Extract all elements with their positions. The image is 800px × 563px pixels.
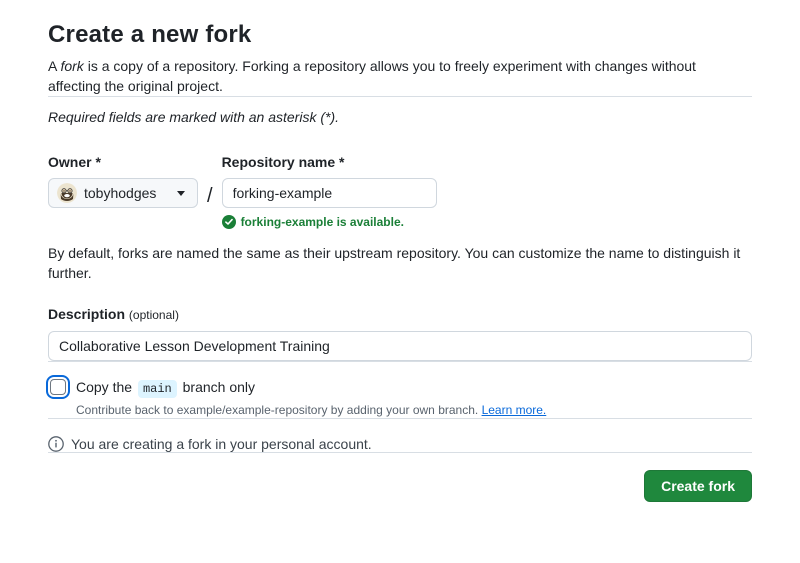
- intro-suffix: is a copy of a repository. Forking a rep…: [48, 58, 696, 94]
- repository-name-input[interactable]: [221, 178, 437, 208]
- branch-option-section: Copy the main branch only Contribute bac…: [48, 377, 752, 418]
- description-optional-note: (optional): [128, 308, 179, 322]
- learn-more-link[interactable]: Learn more.: [482, 403, 547, 417]
- owner-field: Owner * tobyhodges: [48, 153, 198, 208]
- info-icon: [48, 436, 64, 452]
- create-fork-page: Create a new fork A fork is a copy of a …: [0, 0, 800, 502]
- divider: [48, 452, 752, 453]
- description-label: Description (optional): [48, 306, 179, 322]
- owner-required-asterisk: *: [95, 154, 101, 170]
- owner-avatar: [57, 183, 77, 203]
- info-message: You are creating a fork in your personal…: [71, 436, 372, 452]
- divider: [48, 96, 752, 97]
- intro-italic-fork: fork: [60, 58, 84, 74]
- divider: [48, 418, 752, 419]
- divider: [48, 361, 752, 362]
- repository-field: Repository name * forking-example is ava…: [221, 153, 437, 229]
- owner-label: Owner *: [48, 154, 101, 170]
- intro-text: A fork is a copy of a repository. Forkin…: [48, 56, 752, 96]
- repo-required-asterisk: *: [339, 154, 345, 170]
- owner-selected-value: tobyhodges: [84, 185, 157, 201]
- repository-name-label: Repository name *: [221, 154, 345, 170]
- create-fork-button[interactable]: Create fork: [644, 470, 752, 502]
- branch-option-texts: Copy the main branch only Contribute bac…: [76, 377, 546, 418]
- fork-naming-note: By default, forks are named the same as …: [48, 245, 741, 281]
- form-footer: Create fork: [48, 470, 752, 502]
- branch-help-text: Contribute back to example/example-repos…: [76, 403, 547, 417]
- owner-repo-row: Owner * tobyhodges / Repository name * f…: [48, 153, 752, 229]
- copy-branch-label[interactable]: Copy the main branch only: [76, 377, 546, 399]
- availability-message: forking-example is available.: [240, 215, 404, 229]
- required-fields-note: Required fields are marked with an aster…: [48, 109, 340, 125]
- availability-status: forking-example is available.: [221, 215, 437, 229]
- branch-name-code: main: [137, 380, 177, 398]
- check-circle-icon: [221, 215, 236, 229]
- description-field: Description (optional): [48, 305, 752, 361]
- description-input[interactable]: [48, 331, 752, 361]
- intro-prefix: A: [48, 58, 61, 74]
- chevron-down-icon: [177, 190, 185, 196]
- page-title: Create a new fork: [48, 21, 252, 48]
- copy-main-branch-checkbox[interactable]: [50, 379, 66, 395]
- personal-account-info: You are creating a fork in your personal…: [48, 436, 752, 452]
- owner-repo-separator: /: [207, 185, 213, 207]
- owner-select-dropdown[interactable]: tobyhodges: [48, 178, 198, 208]
